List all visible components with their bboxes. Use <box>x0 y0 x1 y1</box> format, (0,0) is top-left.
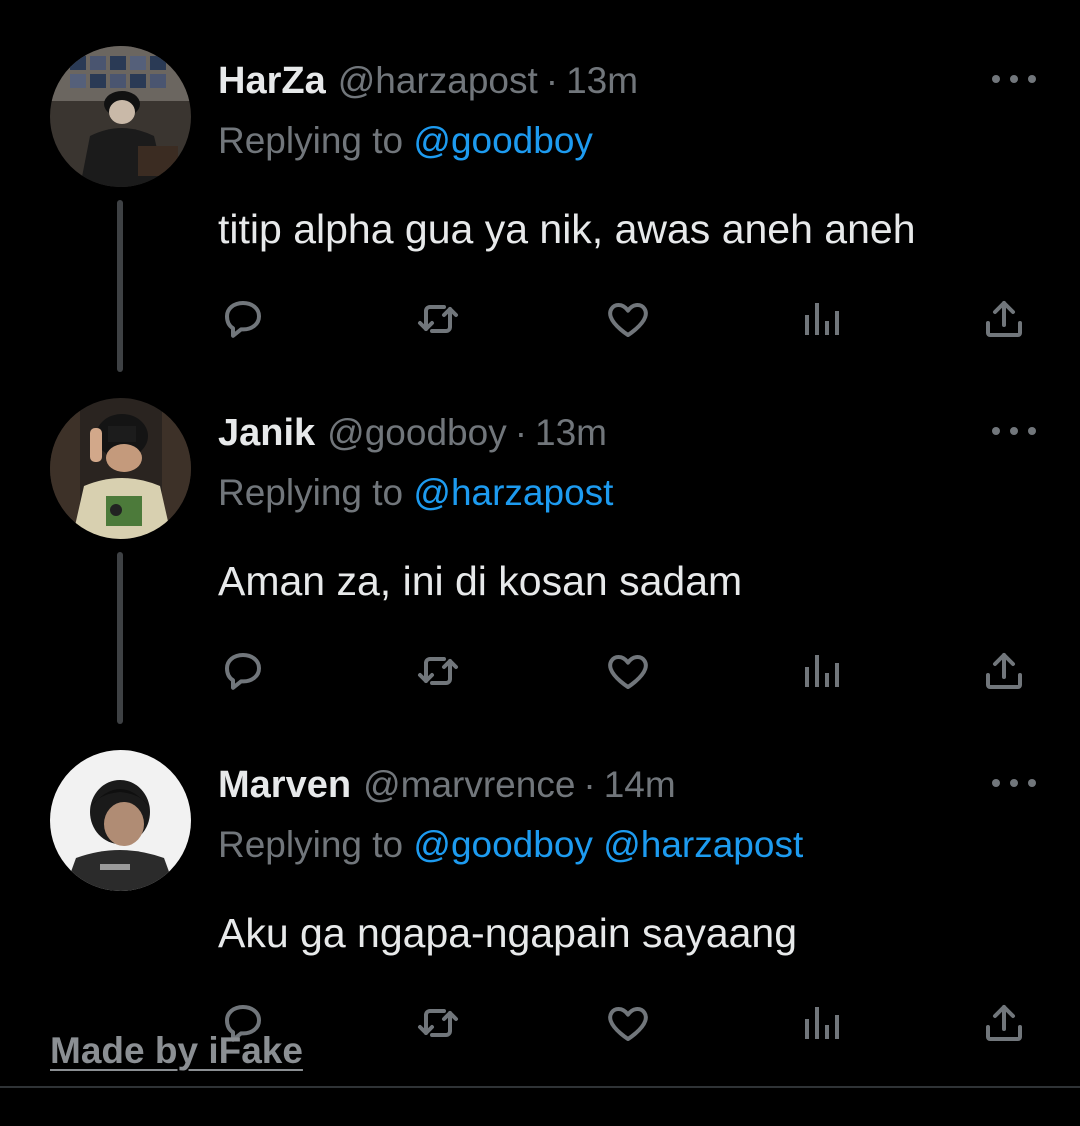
separator: · <box>514 412 528 453</box>
display-name[interactable]: Janik <box>218 412 315 455</box>
display-name[interactable]: Marven <box>218 764 351 807</box>
heart-icon[interactable] <box>600 995 656 1051</box>
username[interactable]: @goodboy <box>327 412 507 454</box>
replying-to: Replying to @goodboy @harzapost <box>218 824 803 866</box>
tweet-header: HarZa @harzapost · 13m <box>218 60 638 106</box>
separator: · <box>583 764 596 805</box>
replying-label: Replying to <box>218 120 404 161</box>
watermark: Made by iFake <box>50 1030 303 1071</box>
timestamp[interactable]: 13m <box>535 412 607 454</box>
views-icon[interactable] <box>793 291 849 347</box>
more-icon[interactable] <box>992 768 1036 798</box>
avatar[interactable] <box>50 398 191 539</box>
action-bar <box>0 643 1080 703</box>
timestamp[interactable]: 13m <box>566 60 638 102</box>
tweet-text: Aku ga ngapa-ngapain sayaang <box>218 910 798 956</box>
share-icon[interactable] <box>976 995 1032 1051</box>
reply-icon[interactable] <box>215 643 271 699</box>
avatar[interactable] <box>50 750 191 891</box>
heart-icon[interactable] <box>600 643 656 699</box>
heart-icon[interactable] <box>600 291 656 347</box>
tweet-header: Marven @marvrence · 14m <box>218 764 676 810</box>
views-icon[interactable] <box>793 995 849 1051</box>
action-bar <box>0 291 1080 351</box>
mention-link[interactable]: @goodboy <box>413 120 593 161</box>
avatar[interactable] <box>50 46 191 187</box>
separator: · <box>545 60 559 101</box>
more-icon[interactable] <box>992 64 1036 94</box>
retweet-icon[interactable] <box>410 643 466 699</box>
replying-to: Replying to @goodboy <box>218 120 593 162</box>
tweet-header: Janik @goodboy · 13m <box>218 412 607 458</box>
tweet[interactable]: Janik @goodboy · 13m Replying to @harzap… <box>0 398 1080 728</box>
mention-link[interactable]: @harzapost <box>413 472 613 513</box>
retweet-icon[interactable] <box>410 995 466 1051</box>
display-name[interactable]: HarZa <box>218 60 326 103</box>
views-icon[interactable] <box>793 643 849 699</box>
tweet[interactable]: HarZa @harzapost · 13m Replying to @good… <box>0 46 1080 376</box>
replying-label: Replying to <box>218 824 404 865</box>
retweet-icon[interactable] <box>410 291 466 347</box>
tweet-text: Aman za, ini di kosan sadam <box>218 558 743 604</box>
reply-icon[interactable] <box>215 291 271 347</box>
mention-link[interactable]: @goodboy @harzapost <box>413 824 803 865</box>
replying-to: Replying to @harzapost <box>218 472 613 514</box>
replying-label: Replying to <box>218 472 404 513</box>
share-icon[interactable] <box>976 291 1032 347</box>
more-icon[interactable] <box>992 416 1036 446</box>
share-icon[interactable] <box>976 643 1032 699</box>
username[interactable]: @marvrence <box>363 764 575 806</box>
timestamp[interactable]: 14m <box>604 764 676 806</box>
username[interactable]: @harzapost <box>338 60 538 102</box>
tweet-text: titip alpha gua ya nik, awas aneh aneh <box>218 206 916 252</box>
divider <box>0 1086 1080 1088</box>
